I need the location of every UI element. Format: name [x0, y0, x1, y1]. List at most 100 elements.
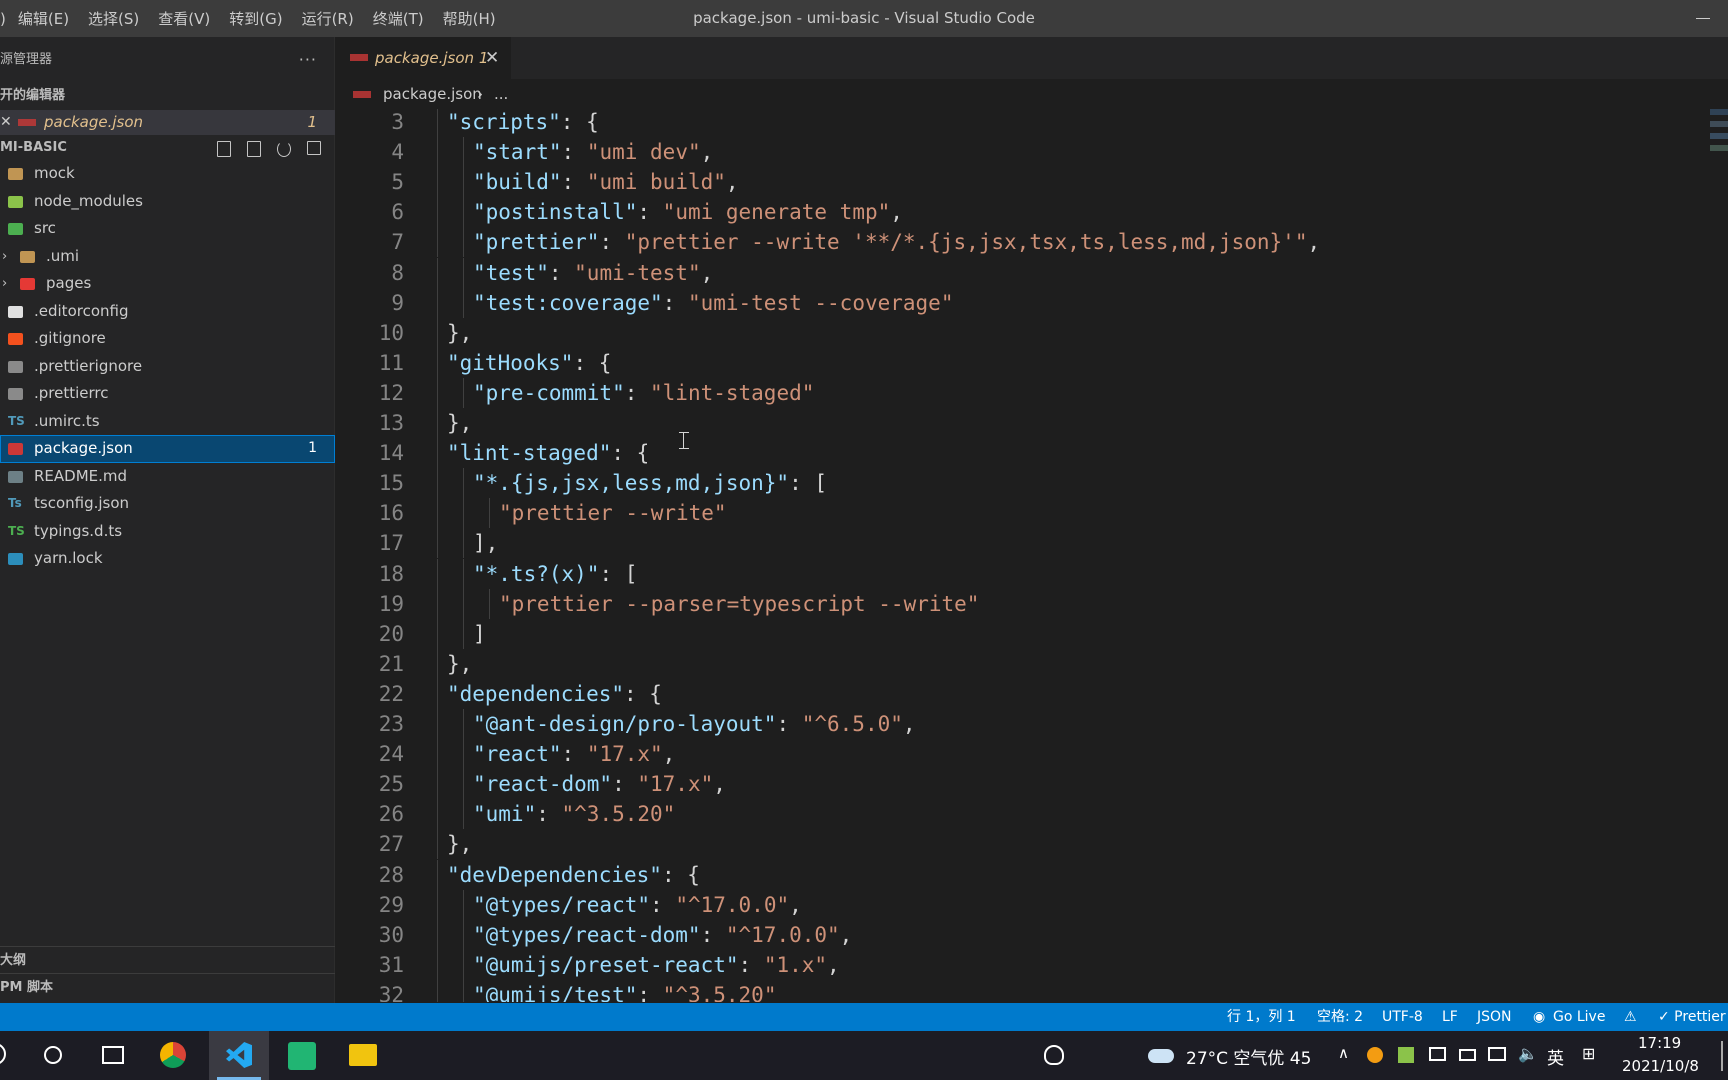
punctuation: :	[561, 170, 587, 195]
menu-terminal[interactable]: 终端(T)	[373, 8, 424, 29]
punctuation: :	[662, 290, 688, 315]
code-line: 32 "@umijs/test": "^3.5.20"	[336, 979, 1696, 1002]
line-ending[interactable]: LF	[1442, 1003, 1458, 1031]
file-tree-item[interactable]: TS typings.d.ts	[0, 518, 335, 546]
file-tree-item[interactable]: › pages	[0, 270, 335, 298]
tab-package-json[interactable]: package.json 1 ✕	[336, 37, 511, 79]
code-text: },	[447, 318, 472, 348]
tab-label: package.json 1	[375, 49, 489, 67]
minimize-button[interactable]	[1676, 0, 1728, 37]
punctuation: },	[447, 651, 473, 676]
new-file-icon[interactable]	[214, 139, 235, 157]
file-tree-item[interactable]: .editorconfig	[0, 298, 335, 326]
file-tree-item[interactable]: Ts tsconfig.json	[0, 490, 335, 518]
file-tree: mock node_modules src › .umi › pages .editorcon…	[0, 160, 335, 573]
cursor-position[interactable]: 行 1，列 1	[1227, 1003, 1296, 1031]
open-editors-section[interactable]: 开的编辑器	[0, 83, 335, 108]
indent-guide	[437, 438, 438, 469]
json-key: "*.ts?(x)"	[473, 561, 600, 586]
code-line: 30 "@types/react-dom": "^17.0.0",	[336, 919, 1696, 950]
weather-cloud-icon[interactable]	[1148, 1049, 1174, 1063]
task-view-icon[interactable]	[102, 1046, 124, 1064]
json-key: "react-dom"	[473, 772, 613, 797]
menu-file[interactable]: )	[0, 10, 6, 28]
open-editor-item[interactable]: ✕ package.json 1	[0, 110, 335, 135]
clock-date[interactable]: 2021/10/8	[1622, 1057, 1699, 1075]
chevron-right-icon[interactable]: ›	[2, 270, 7, 298]
language-mode[interactable]: JSON	[1477, 1003, 1512, 1031]
breadcrumb-symbol[interactable]: ...	[494, 79, 508, 109]
new-folder-icon[interactable]	[244, 139, 265, 157]
battery-icon[interactable]	[1459, 1049, 1476, 1061]
menu-help[interactable]: 帮助(H)	[443, 8, 496, 29]
json-key: "@umijs/test"	[473, 982, 638, 1002]
close-icon[interactable]: ✕	[0, 110, 12, 135]
punctuation: : {	[661, 862, 700, 887]
tray-app-icon[interactable]	[1398, 1047, 1414, 1063]
menu-selection[interactable]: 选择(S)	[88, 8, 139, 29]
intellij-icon[interactable]	[288, 1042, 316, 1070]
ime-indicator[interactable]: 英	[1547, 1044, 1564, 1069]
breadcrumb-file[interactable]: package.json	[383, 79, 482, 109]
indentation[interactable]: 空格: 2	[1317, 1003, 1363, 1031]
file-tree-item[interactable]: package.json 1	[0, 435, 335, 463]
collapse-all-icon[interactable]	[304, 139, 325, 157]
punctuation: },	[447, 411, 473, 435]
chrome-icon[interactable]	[160, 1042, 186, 1068]
message-icon[interactable]	[1429, 1047, 1446, 1061]
indent-guide	[463, 528, 464, 559]
project-section[interactable]: MI-BASIC	[0, 135, 335, 160]
chevron-right-icon[interactable]: ›	[2, 243, 7, 271]
line-number: 25	[378, 772, 404, 797]
warning-icon[interactable]: ⚠	[1624, 1003, 1637, 1031]
people-icon[interactable]	[1044, 1045, 1064, 1065]
tray-app-icon[interactable]	[1367, 1047, 1383, 1063]
file-tree-item[interactable]: yarn.lock	[0, 545, 335, 573]
search-icon[interactable]	[0, 1043, 6, 1065]
line-number: 13	[378, 411, 404, 435]
chevron-right-icon: ›	[477, 85, 483, 103]
network-icon[interactable]	[1488, 1047, 1506, 1061]
npm-scripts-section[interactable]: PM 脚本	[0, 973, 335, 1000]
close-tab-icon[interactable]: ✕	[485, 37, 499, 79]
menu-edit[interactable]: 编辑(E)	[18, 8, 69, 29]
file-tree-item[interactable]: src	[0, 215, 335, 243]
refresh-icon[interactable]	[274, 139, 295, 157]
go-live-button[interactable]: Go Live	[1553, 1003, 1605, 1031]
punctuation: :	[624, 380, 651, 405]
minimap[interactable]	[1710, 109, 1728, 169]
line-number: 15	[378, 471, 404, 496]
file-tree-item[interactable]: › .umi	[0, 243, 335, 271]
vscode-taskbar-button[interactable]	[209, 1031, 269, 1080]
menu-run[interactable]: 运行(R)	[302, 8, 354, 29]
prettier-status[interactable]: ✓ Prettier	[1658, 1003, 1726, 1031]
json-string: "^3.5.20"	[561, 802, 676, 827]
volume-icon[interactable]: 🔈	[1518, 1044, 1538, 1063]
file-tree-item[interactable]: TS .umirc.ts	[0, 408, 335, 436]
file-tree-item[interactable]: .prettierrc	[0, 380, 335, 408]
file-tree-item[interactable]: node_modules	[0, 188, 335, 216]
cortana-icon[interactable]	[44, 1046, 62, 1064]
file-tree-item[interactable]: mock	[0, 160, 335, 188]
punctuation: :	[599, 230, 625, 255]
vscode-icon	[226, 1042, 252, 1068]
menu-view[interactable]: 查看(V)	[158, 8, 210, 29]
json-key: "build"	[473, 170, 562, 195]
outline-section[interactable]: 大纲	[0, 946, 335, 973]
weather-text[interactable]: 27°C 空气优 45	[1186, 1044, 1311, 1069]
file-explorer-icon[interactable]	[349, 1044, 377, 1066]
ime-mode-icon[interactable]: ⊞	[1582, 1044, 1595, 1063]
file-tree-item[interactable]: .prettierignore	[0, 353, 335, 381]
code-editor[interactable]: 3 "scripts": {4 "start": "umi dev", 5 "build…	[336, 109, 1728, 1002]
encoding[interactable]: UTF-8	[1382, 1003, 1423, 1031]
chevron-up-icon[interactable]: ∧	[1338, 1044, 1349, 1062]
more-actions-icon[interactable]: ···	[299, 37, 317, 83]
indent-guide	[463, 919, 464, 950]
show-desktop-button[interactable]	[1721, 1041, 1723, 1071]
menu-go[interactable]: 转到(G)	[229, 8, 282, 29]
file-tree-item[interactable]: README.md	[0, 463, 335, 491]
indent-guide	[437, 799, 438, 830]
clock-time[interactable]: 17:19	[1638, 1034, 1681, 1052]
git-icon	[8, 333, 23, 345]
file-tree-item[interactable]: .gitignore	[0, 325, 335, 353]
